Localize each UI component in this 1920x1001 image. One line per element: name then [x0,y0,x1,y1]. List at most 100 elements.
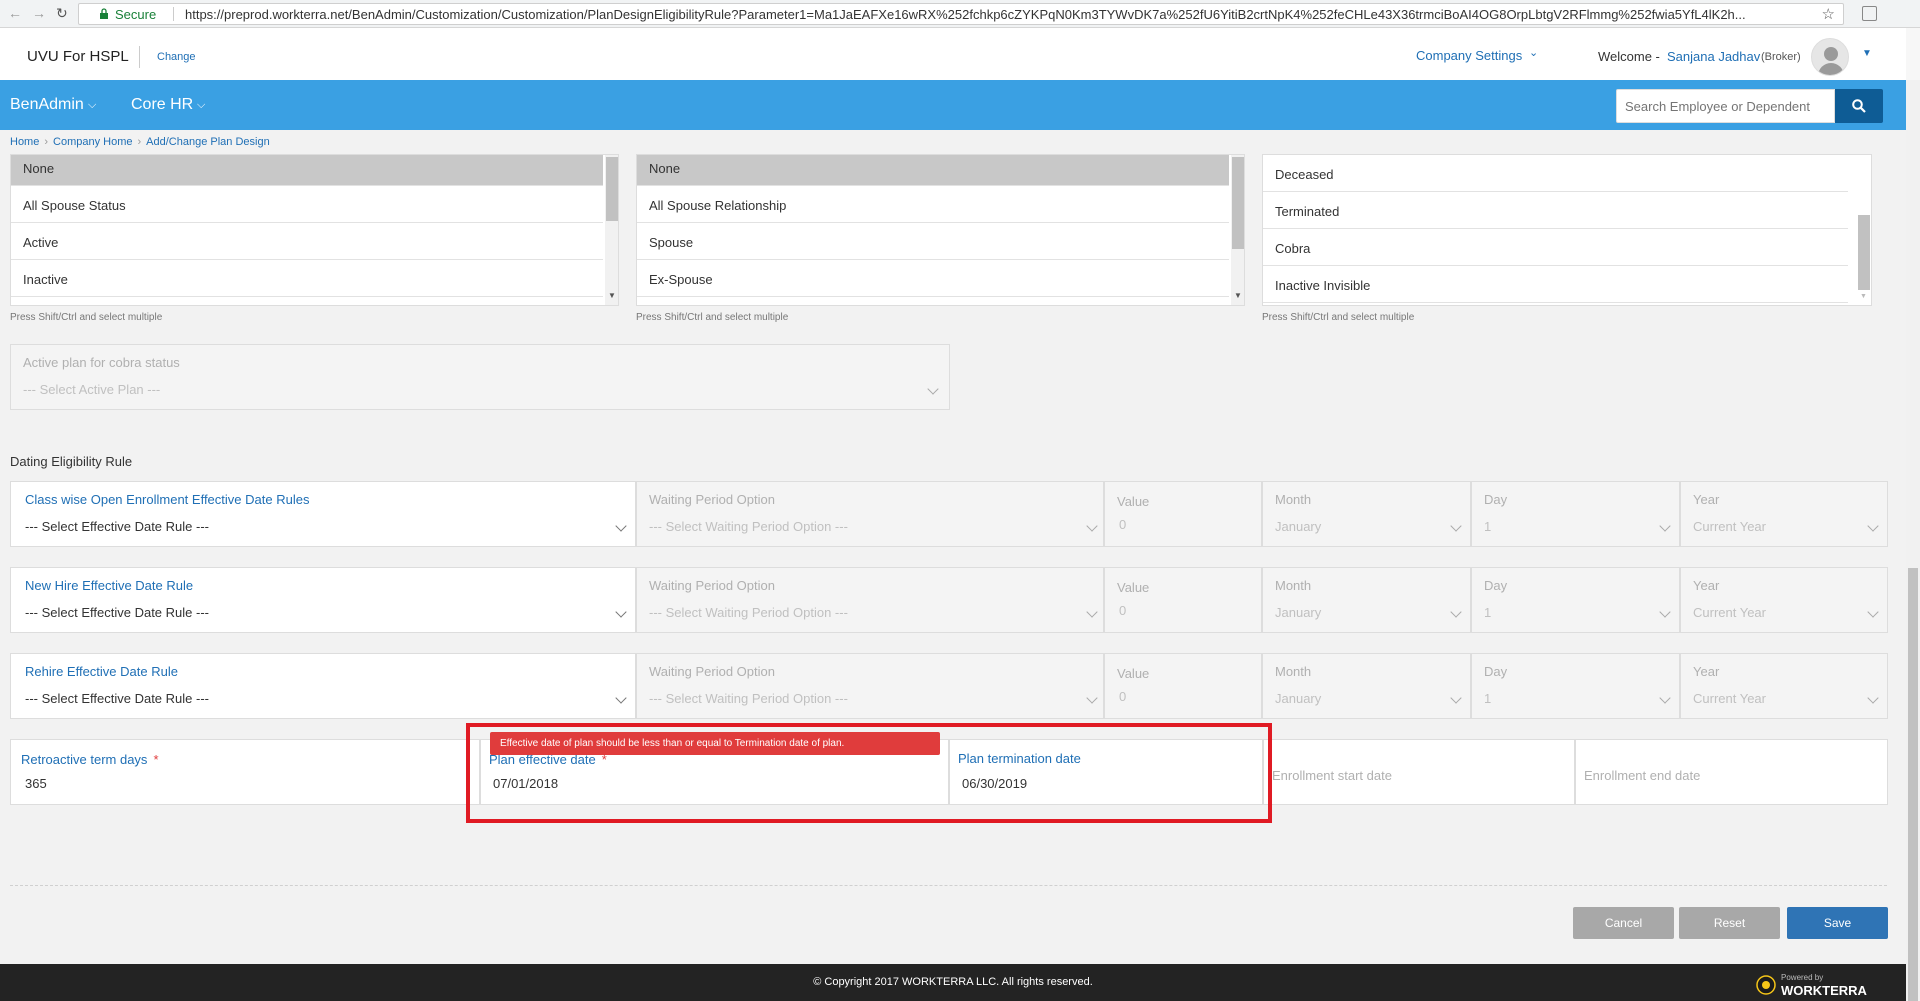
nav-corehr[interactable]: Core HR [131,96,193,114]
scroll-thumb[interactable] [606,157,618,221]
listbox-scrollbar[interactable]: ▼ [605,155,618,305]
month-value: January [1275,605,1322,620]
listbox-scrollbar[interactable]: ▼ [1231,155,1244,305]
change-company-link[interactable]: Change [157,51,196,63]
nav-benadmin[interactable]: BenAdmin [10,96,84,114]
chevron-down-icon[interactable]: ⌄ [1529,46,1538,59]
list-item[interactable]: Inactive [11,260,603,297]
search-input[interactable] [1616,89,1835,123]
list-item[interactable]: None [11,155,603,186]
breadcrumb: Home › Company Home › Add/Change Plan Design [10,136,270,148]
listbox-hint: Press Shift/Ctrl and select multiple [636,312,789,323]
waiting-period-select[interactable]: Waiting Period Option --- Select Waiting… [636,653,1104,719]
page-scroll-thumb[interactable] [1908,568,1918,1001]
header-scroll-area [1906,28,1920,80]
list-item[interactable]: Deceased [1263,155,1848,192]
star-icon[interactable]: ☆ [1822,5,1835,23]
chevron-down-icon[interactable]: ⌵ [197,99,205,112]
rehire-rule-label: Rehire Effective Date Rule [25,664,178,679]
chevron-down-icon [1086,692,1098,704]
list-item[interactable]: All Spouse Status [11,186,603,223]
footer: © Copyright 2017 WORKTERRA LLC. All righ… [0,964,1906,1001]
page-scrollbar[interactable] [1906,80,1920,1001]
secure-label: Secure [115,7,157,22]
cobra-plan-select[interactable]: Active plan for cobra status --- Select … [10,344,950,410]
enrollment-start-date-input[interactable]: Enrollment start date [1263,739,1575,805]
reset-button[interactable]: Reset [1679,907,1780,939]
year-select[interactable]: Year Current Year [1680,481,1888,547]
value-field: 0 [1119,689,1127,704]
address-bar[interactable]: Secure https://preprod.workterra.net/Ben… [78,3,1844,25]
extension-icon[interactable] [1862,6,1877,21]
scroll-down-icon[interactable]: ▼ [1860,293,1867,300]
enrollment-end-date-input[interactable]: Enrollment end date [1575,739,1888,805]
waiting-value-input[interactable]: Value 0 [1104,481,1262,547]
scroll-down-icon[interactable]: ▼ [1234,291,1242,300]
form-divider [10,885,1887,886]
day-select[interactable]: Day 1 [1471,481,1680,547]
breadcrumb-company-home[interactable]: Company Home [53,136,132,148]
month-select[interactable]: Month January [1262,481,1471,547]
waiting-value-input[interactable]: Value 0 [1104,567,1262,633]
year-value: Current Year [1693,605,1766,620]
company-settings-menu[interactable]: Company Settings [1416,48,1522,63]
chevron-down-icon [1867,520,1879,532]
chevron-down-icon [1867,606,1879,618]
list-item[interactable]: All Spouse Relationship [637,186,1229,223]
year-select[interactable]: Year Current Year [1680,567,1888,633]
scroll-thumb[interactable] [1858,215,1870,290]
list-item[interactable]: Cobra [1263,229,1848,266]
user-name[interactable]: Sanjana Jadhav [1667,49,1760,64]
employee-status-listbox[interactable]: Deceased Terminated Cobra Inactive Invis… [1262,154,1872,306]
open-enrollment-rule-select[interactable]: Class wise Open Enrollment Effective Dat… [10,481,636,547]
waiting-period-select[interactable]: Waiting Period Option --- Select Waiting… [636,567,1104,633]
list-item[interactable]: Active [11,223,603,260]
search-button[interactable] [1835,89,1883,123]
new-hire-rule-select[interactable]: New Hire Effective Date Rule --- Select … [10,567,636,633]
chevron-down-icon[interactable]: ⌵ [88,99,96,112]
caret-down-icon[interactable]: ▼ [1862,48,1872,59]
month-select[interactable]: Month January [1262,653,1471,719]
save-button[interactable]: Save [1787,907,1888,939]
chevron-down-icon [1086,606,1098,618]
rehire-rule-select[interactable]: Rehire Effective Date Rule --- Select Ef… [10,653,636,719]
breadcrumb-plan-design[interactable]: Add/Change Plan Design [146,136,270,148]
list-item[interactable]: Ex-Spouse [637,260,1229,297]
avatar-body [1818,63,1844,75]
listbox-scrollbar[interactable]: ▼ [1857,155,1871,305]
avatar[interactable] [1811,38,1849,76]
scroll-down-icon[interactable]: ▼ [608,291,616,300]
open-enrollment-rule-label: Class wise Open Enrollment Effective Dat… [25,492,310,507]
scroll-thumb[interactable] [1232,157,1244,249]
chevron-down-icon [1659,692,1671,704]
reload-icon[interactable]: ↻ [56,5,68,22]
day-select[interactable]: Day 1 [1471,567,1680,633]
lock-icon [100,8,108,19]
waiting-value-input[interactable]: Value 0 [1104,653,1262,719]
day-select[interactable]: Day 1 [1471,653,1680,719]
url-text[interactable]: https://preprod.workterra.net/BenAdmin/C… [185,7,1815,22]
cancel-button[interactable]: Cancel [1573,907,1674,939]
company-name: UVU For HSPL [27,48,129,65]
list-item[interactable]: Terminated [1263,192,1848,229]
list-item[interactable]: None [637,155,1229,186]
breadcrumb-home[interactable]: Home [10,136,39,148]
retroactive-term-days-input[interactable]: Retroactive term days * 365 [10,739,480,805]
list-item[interactable]: Inactive Invisible [1263,266,1848,303]
day-label: Day [1484,664,1508,679]
year-value: Current Year [1693,691,1766,706]
forward-icon[interactable]: → [32,5,46,21]
year-label: Year [1693,492,1720,507]
list-item[interactable]: Spouse [637,223,1229,260]
new-hire-rule-value: --- Select Effective Date Rule --- [25,605,209,620]
back-icon[interactable]: ← [8,5,22,21]
app-header: UVU For HSPL Change Company Settings ⌄ W… [0,28,1920,80]
waiting-period-select[interactable]: Waiting Period Option --- Select Waiting… [636,481,1104,547]
spouse-status-listbox[interactable]: None All Spouse Status Active Inactive ▼ [10,154,619,306]
month-select[interactable]: Month January [1262,567,1471,633]
month-value: January [1275,519,1322,534]
spouse-relationship-listbox[interactable]: None All Spouse Relationship Spouse Ex-S… [636,154,1245,306]
day-value: 1 [1484,691,1492,706]
year-select[interactable]: Year Current Year [1680,653,1888,719]
value-label: Value [1117,580,1150,595]
